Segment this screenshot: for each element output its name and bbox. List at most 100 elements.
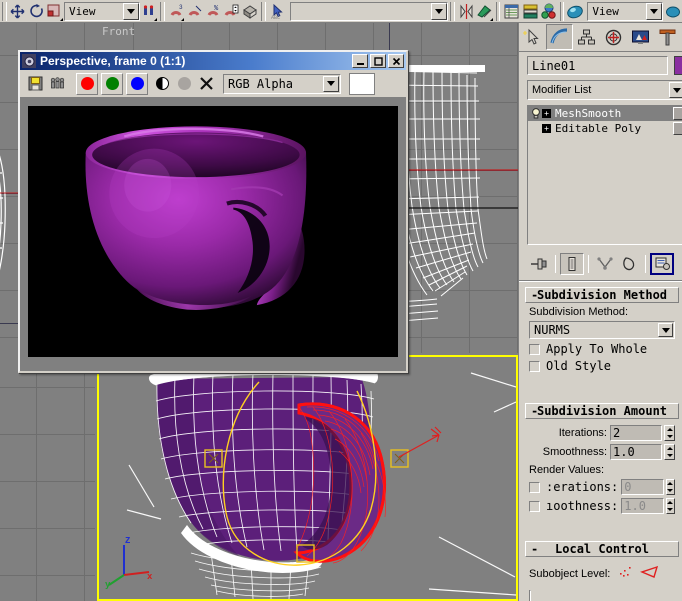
- render-scene-icon[interactable]: [663, 1, 681, 22]
- viewport-bottom-left[interactable]: [0, 355, 95, 601]
- modifier-list-dropdown[interactable]: Modifier List: [527, 80, 682, 100]
- render-iterations-input[interactable]: 0: [621, 479, 664, 495]
- bulb-placeholder-icon: [530, 122, 542, 135]
- percent-snap-icon[interactable]: %: [204, 1, 222, 22]
- chevron-down-icon[interactable]: [646, 2, 663, 20]
- render-window-titlebar[interactable]: Perspective, frame 0 (1:1): [20, 52, 406, 70]
- stack-item-editable-poly[interactable]: + Editable Poly: [528, 121, 682, 136]
- control-level-checkbox[interactable]: [529, 590, 531, 601]
- viewport-perspective-active[interactable]: Z x y: [97, 355, 518, 601]
- svg-text:ABC: ABC: [271, 15, 280, 20]
- show-end-result-button[interactable]: [560, 253, 584, 275]
- pin-stack-button[interactable]: [527, 253, 551, 275]
- smoothness-input[interactable]: 1.0: [610, 444, 662, 460]
- chevron-down-icon[interactable]: [658, 323, 673, 337]
- use-pivot-center-icon[interactable]: [140, 1, 158, 22]
- hierarchy-tab[interactable]: [573, 24, 600, 50]
- face-subobject-icon[interactable]: [640, 564, 660, 583]
- create-tab[interactable]: [519, 24, 546, 50]
- axis-label-y: y: [105, 580, 111, 590]
- smoothness-spinner[interactable]: [664, 444, 675, 460]
- rollout-header-local-control[interactable]: - Local Control: [525, 541, 679, 557]
- make-unique-button[interactable]: [593, 253, 617, 275]
- button-separator: [645, 255, 646, 273]
- curve-editor-icon[interactable]: [521, 1, 539, 22]
- subdivision-method-label: Subdivision Method:: [529, 306, 629, 318]
- select-and-rotate-icon[interactable]: [27, 1, 45, 22]
- save-bitmap-icon[interactable]: [24, 73, 46, 95]
- stack-toggle-button[interactable]: [673, 107, 682, 120]
- chevron-down-icon[interactable]: [323, 75, 339, 92]
- named-selection-sets-dropdown[interactable]: [290, 1, 449, 21]
- close-button[interactable]: [388, 54, 404, 68]
- old-style-checkbox[interactable]: [529, 360, 540, 372]
- maximize-button[interactable]: [370, 54, 386, 68]
- configure-modifier-sets-button[interactable]: [650, 253, 674, 275]
- render-smoothness-input[interactable]: 1.0: [621, 498, 664, 514]
- rollout-header-subdivision-amount[interactable]: - Subdivision Amount: [525, 403, 679, 419]
- red-channel-button[interactable]: [76, 72, 98, 95]
- chevron-down-icon[interactable]: [431, 2, 448, 20]
- stack-item-meshsmooth[interactable]: + MeshSmooth: [528, 106, 682, 121]
- apply-to-whole-row[interactable]: Apply To Whole: [529, 342, 675, 356]
- chevron-down-icon[interactable]: [669, 82, 682, 98]
- select-object-icon[interactable]: ABC: [268, 1, 286, 22]
- align-icon[interactable]: [475, 1, 493, 22]
- clone-frame-icon[interactable]: [46, 73, 68, 95]
- display-tab[interactable]: [627, 24, 654, 50]
- vertex-subobject-icon[interactable]: [618, 564, 636, 583]
- collapse-icon[interactable]: -: [531, 542, 538, 556]
- chevron-down-icon[interactable]: [122, 2, 139, 20]
- channel-display-dropdown[interactable]: RGB Alpha: [223, 73, 341, 94]
- select-and-scale-icon[interactable]: [45, 1, 63, 22]
- alpha-channel-button[interactable]: [151, 73, 173, 95]
- schematic-view-icon[interactable]: [539, 1, 557, 22]
- rollout-header-subdivision-method[interactable]: - Subdivision Method: [525, 287, 679, 303]
- rendered-frame-window[interactable]: Perspective, frame 0 (1:1) RGB Alpha: [18, 50, 408, 373]
- remove-modifier-button[interactable]: [617, 253, 641, 275]
- light-bulb-icon[interactable]: [530, 107, 542, 120]
- clear-button[interactable]: [195, 73, 217, 95]
- control-by-checkbox-row[interactable]: [529, 590, 675, 601]
- render-iterations-spinner[interactable]: [665, 479, 675, 495]
- iterations-input[interactable]: 2: [610, 425, 662, 441]
- object-name-field[interactable]: Line01: [527, 56, 668, 75]
- render-smoothness-spinner[interactable]: [665, 498, 675, 514]
- layer-manager-icon[interactable]: [502, 1, 520, 22]
- modifier-stack[interactable]: + MeshSmooth + Editable Poly: [527, 105, 682, 245]
- material-editor-icon[interactable]: [566, 1, 585, 22]
- axis-label-x: x: [147, 572, 153, 582]
- expand-icon[interactable]: +: [542, 124, 551, 133]
- utilities-tab[interactable]: [654, 24, 681, 50]
- monochrome-button[interactable]: [173, 73, 195, 95]
- spinner-snap-icon[interactable]: [222, 1, 240, 22]
- modify-tab[interactable]: [546, 24, 573, 50]
- collapse-icon[interactable]: -: [531, 288, 538, 302]
- select-and-move-icon[interactable]: [9, 1, 27, 22]
- collapse-icon[interactable]: -: [531, 404, 538, 418]
- named-selection-icon[interactable]: [241, 1, 259, 22]
- iterations-label: Iterations:: [558, 427, 607, 439]
- stack-toggle-button[interactable]: [673, 122, 682, 135]
- expand-icon[interactable]: +: [542, 109, 551, 118]
- motion-tab[interactable]: [600, 24, 627, 50]
- iterations-spinner[interactable]: [664, 425, 675, 441]
- render-smoothness-label: ıoothness:: [546, 499, 619, 513]
- subdivision-method-dropdown[interactable]: NURMS: [529, 321, 675, 339]
- mirror-icon[interactable]: [457, 1, 475, 22]
- coordinate-system-dropdown[interactable]: View: [63, 1, 140, 21]
- apply-to-whole-checkbox[interactable]: [529, 343, 540, 355]
- render-smoothness-checkbox[interactable]: [529, 500, 540, 512]
- blue-channel-button[interactable]: [126, 72, 148, 95]
- object-color-swatch[interactable]: [674, 56, 682, 75]
- rendered-image[interactable]: [28, 106, 398, 357]
- snaps-toggle-icon[interactable]: 3: [167, 1, 185, 22]
- render-preset-dropdown[interactable]: View: [587, 1, 664, 21]
- smoothness-label: Smoothness:: [542, 446, 607, 458]
- old-style-row[interactable]: Old Style: [529, 359, 675, 373]
- green-channel-button[interactable]: [101, 72, 123, 95]
- minimize-button[interactable]: [352, 54, 368, 68]
- angle-snap-icon[interactable]: [185, 1, 203, 22]
- background-color-swatch[interactable]: [349, 72, 375, 95]
- render-iterations-checkbox[interactable]: [529, 481, 540, 493]
